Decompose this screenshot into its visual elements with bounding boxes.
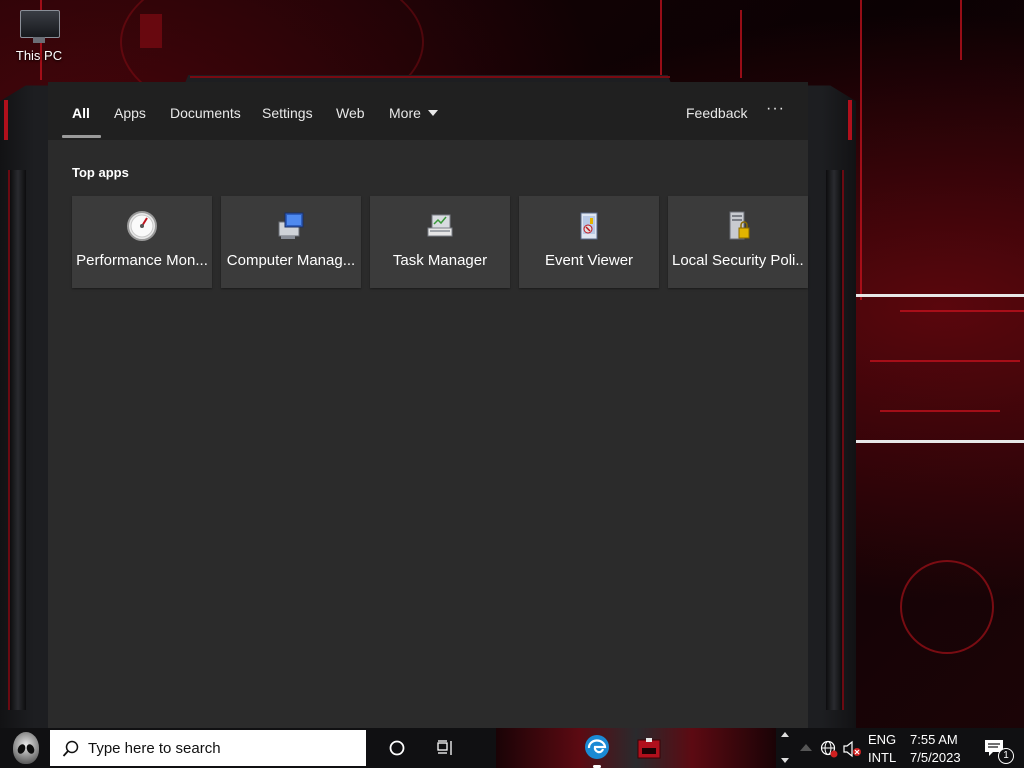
monitor-icon — [18, 10, 60, 44]
desktop-icon-label: This PC — [15, 48, 63, 63]
show-hidden-icons-button[interactable] — [794, 728, 818, 768]
wallpaper-circuit-line — [900, 310, 1024, 312]
network-button[interactable] — [818, 728, 840, 768]
task-view-icon — [437, 740, 452, 755]
input-language-button[interactable]: ENG INTL — [864, 728, 900, 768]
wallpaper-circuit-line — [870, 360, 1020, 362]
search-panel: All Apps Documents Settings Web More Fee… — [48, 82, 808, 728]
keyboard-layout: INTL — [868, 750, 897, 765]
edge-icon — [585, 735, 609, 759]
tab-all[interactable]: All — [72, 105, 90, 121]
wallpaper-chip — [140, 14, 162, 48]
desktop-icon-this-pc[interactable]: This PC — [6, 8, 72, 63]
security-policy-icon — [729, 211, 750, 240]
wallpaper-white-bar — [848, 440, 1024, 443]
taskbar-search-box[interactable]: Type here to search — [50, 730, 366, 766]
wallpaper-circuit-line — [880, 410, 1000, 412]
app-tile-performance-monitor[interactable]: Performance Mon... — [72, 196, 212, 288]
edge-button[interactable] — [578, 728, 616, 768]
app-tile-label: Event Viewer — [544, 252, 634, 269]
event-viewer-icon — [580, 212, 598, 240]
wallpaper-white-bar — [848, 294, 1024, 297]
red-app-icon — [637, 738, 661, 759]
tab-apps[interactable]: Apps — [114, 105, 146, 121]
notification-count-badge: 1 — [998, 748, 1014, 764]
more-options-button[interactable]: ··· — [766, 100, 785, 118]
frame-right-rail — [826, 170, 844, 710]
app-tile-local-security-policy[interactable]: Local Security Poli... — [668, 196, 808, 288]
search-placeholder: Type here to search — [88, 740, 221, 757]
wallpaper-circle — [900, 560, 994, 654]
feedback-button[interactable]: Feedback — [686, 105, 747, 121]
globe-network-icon — [820, 740, 838, 758]
app-tile-computer-management[interactable]: Computer Manag... — [221, 196, 361, 288]
app-tile-label: Task Manager — [392, 252, 488, 269]
section-title-top-apps: Top apps — [72, 165, 129, 180]
tab-documents[interactable]: Documents — [170, 105, 241, 121]
action-center-button[interactable]: 1 — [976, 728, 1016, 768]
chevron-up-icon — [781, 732, 789, 737]
active-tab-indicator — [62, 135, 101, 138]
alienware-logo-icon — [13, 732, 39, 764]
clock-date: 7/5/2023 — [910, 750, 961, 765]
wallpaper-circuit-line — [660, 0, 662, 78]
tab-more-label: More — [389, 105, 421, 121]
frame-accent — [190, 76, 670, 78]
frame-accent — [848, 100, 852, 140]
task-manager-icon — [427, 214, 453, 237]
start-button[interactable] — [0, 728, 48, 768]
tab-web[interactable]: Web — [336, 105, 365, 121]
wallpaper-circuit-line — [740, 10, 742, 78]
search-icon — [62, 740, 79, 757]
clock-button[interactable]: 7:55 AM 7/5/2023 — [904, 728, 968, 768]
wallpaper-circuit-line — [960, 0, 962, 60]
cortana-circle-icon — [389, 740, 405, 756]
tab-settings[interactable]: Settings — [262, 105, 313, 121]
computer-management-icon — [278, 212, 304, 239]
volume-button[interactable] — [840, 728, 864, 768]
frame-left-rail — [8, 170, 26, 710]
tab-more[interactable]: More — [389, 105, 438, 121]
volume-muted-icon — [843, 740, 861, 758]
chevron-down-icon — [781, 758, 789, 763]
gauge-icon — [127, 211, 157, 241]
app-tile-label: Performance Mon... — [76, 252, 208, 269]
taskbar-scroll[interactable] — [778, 728, 792, 768]
app-tile-label: Computer Manag... — [226, 252, 356, 269]
pinned-app-button[interactable] — [630, 728, 670, 768]
wallpaper-circuit-line — [860, 0, 862, 300]
clock-time: 7:55 AM — [910, 732, 958, 747]
taskbar: Type here to search ENG INTL 7:55 AM 7/5… — [0, 728, 1024, 768]
search-tabs: All Apps Documents Settings Web More Fee… — [48, 82, 808, 140]
search-results: Top apps Performance Mon... Computer Man… — [48, 140, 808, 728]
app-tile-task-manager[interactable]: Task Manager — [370, 196, 510, 288]
chevron-down-icon — [427, 110, 438, 116]
task-view-button[interactable] — [428, 728, 464, 768]
hidden-icons-icon — [800, 744, 812, 751]
language-code: ENG — [868, 732, 897, 747]
app-tile-event-viewer[interactable]: Event Viewer — [519, 196, 659, 288]
app-tile-label: Local Security Poli... — [672, 252, 804, 269]
cortana-button[interactable] — [380, 728, 416, 768]
frame-accent — [4, 100, 8, 140]
